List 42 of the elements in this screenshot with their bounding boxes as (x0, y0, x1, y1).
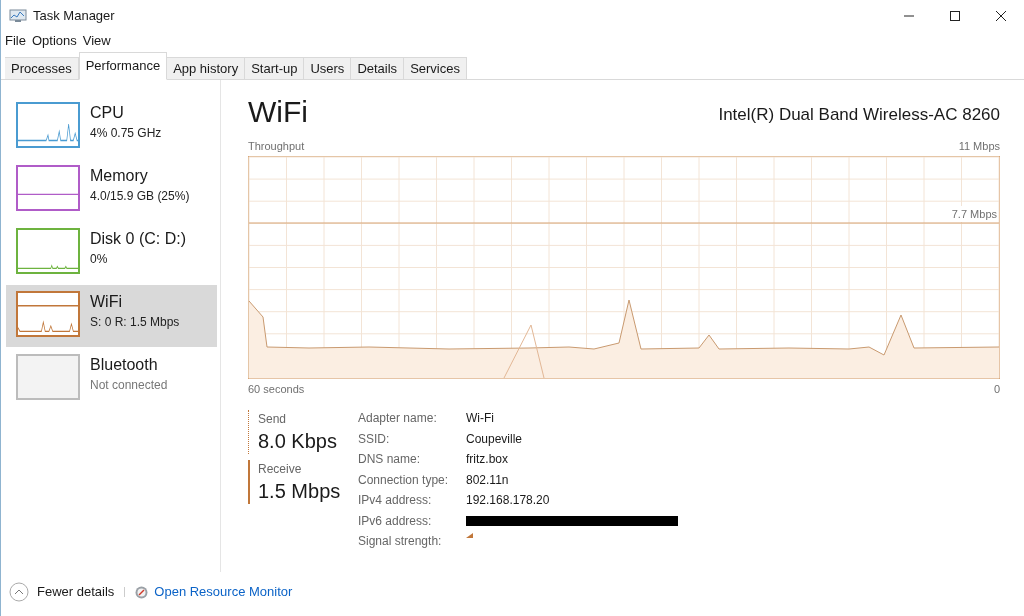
menu-item[interactable]: Options (31, 31, 77, 51)
detail-value: 192.168.178.20 (466, 492, 551, 509)
detail-label: DNS name: (358, 451, 422, 468)
chevron-up-icon (9, 582, 29, 602)
tab[interactable]: Start-up (245, 57, 305, 80)
detail-label: SSID: (358, 430, 391, 447)
menu-item[interactable]: File (5, 31, 26, 51)
tab[interactable]: Performance (78, 52, 168, 80)
resource-monitor-icon (135, 585, 149, 599)
device-name: Intel(R) Dual Band Wireless-AC 8260 (718, 103, 1000, 126)
maximize-icon (950, 11, 960, 21)
time-axis-label: 60 seconds (248, 381, 305, 397)
detail-value: fritz.box (466, 451, 509, 468)
detail-value: Wi-Fi (466, 410, 495, 427)
signal-strength-icon (466, 533, 473, 538)
tab[interactable]: Processes (5, 57, 79, 80)
fewer-details-button[interactable]: Fewer details (9, 582, 115, 602)
menu-item[interactable]: View (82, 31, 111, 51)
detail-value: 802.11n (466, 471, 510, 488)
detail-label: Adapter name: (358, 410, 438, 427)
window-title: Task Manager (33, 7, 115, 26)
panel-title: WiFi (248, 94, 308, 130)
open-resource-monitor-link[interactable]: Open Resource Monitor (154, 582, 293, 602)
tab[interactable]: Services (404, 57, 467, 80)
detail-label: IPv4 address: (358, 492, 433, 509)
close-icon (996, 11, 1006, 21)
graph-min-label: 0 (993, 381, 1000, 397)
tab[interactable]: Users (304, 57, 352, 80)
send-value: 8.0 Kbps (258, 429, 338, 454)
tab[interactable]: App history (167, 57, 246, 80)
detail-label: Connection type: (358, 471, 450, 488)
graph-label: Throughput (248, 139, 305, 154)
send-label: Send (258, 411, 288, 428)
detail-label: IPv6 address: (358, 512, 433, 529)
app-icon (9, 9, 27, 23)
detail-value: Coupeville (466, 430, 524, 447)
sidebar-item[interactable]: WiFi S: 0 R: 1.5 Mbps (6, 285, 217, 347)
receive-value: 1.5 Mbps (258, 479, 342, 504)
tab[interactable]: Details (351, 57, 405, 80)
graph-max-label: 11 Mbps (958, 139, 1000, 154)
receive-label: Receive (258, 461, 303, 478)
detail-label: Signal strength: (358, 533, 443, 550)
